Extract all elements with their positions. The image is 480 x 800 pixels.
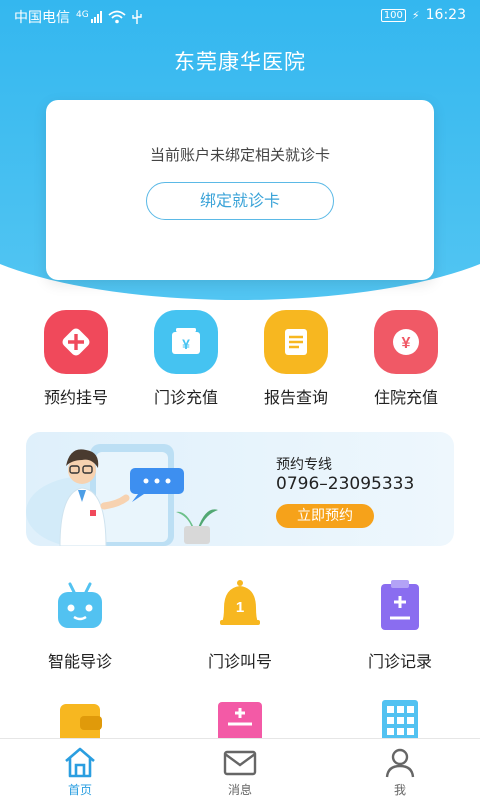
user-icon bbox=[380, 745, 420, 779]
book-now-button[interactable]: 立即预约 bbox=[276, 504, 374, 528]
service-smart-triage[interactable]: 智能导诊 bbox=[0, 578, 160, 672]
doctor-illustration bbox=[26, 444, 218, 546]
svg-text:¥: ¥ bbox=[402, 335, 411, 352]
wifi-icon bbox=[108, 10, 126, 24]
yen-circle-icon: ¥ bbox=[374, 310, 438, 374]
network-type: 4G bbox=[76, 10, 89, 20]
yen-card-icon: ¥ bbox=[154, 310, 218, 374]
unbound-message: 当前账户未绑定相关就诊卡 bbox=[149, 146, 330, 164]
bottom-tab-bar: 首页 消息 我 bbox=[0, 738, 480, 800]
quick-action-label: 住院充值 bbox=[373, 388, 438, 407]
tab-messages[interactable]: 消息 bbox=[160, 739, 320, 800]
network-icon: 4G bbox=[76, 11, 102, 23]
report-list-icon bbox=[264, 310, 328, 374]
bind-card-button[interactable]: 绑定就诊卡 bbox=[146, 182, 334, 220]
mail-icon bbox=[220, 745, 260, 779]
queue-badge: 1 bbox=[236, 599, 244, 616]
charging-icon: ⚡ bbox=[411, 8, 420, 22]
quick-action-label: 预约挂号 bbox=[43, 388, 108, 407]
plus-diamond-icon bbox=[44, 310, 108, 374]
bell-icon: 1 bbox=[210, 578, 270, 634]
clipboard-icon bbox=[370, 578, 430, 634]
quick-action-label: 报告查询 bbox=[263, 388, 328, 407]
status-bar: 中国电信 4G 100 ⚡ 16:23 bbox=[0, 0, 480, 32]
battery-icon: 100 bbox=[380, 8, 406, 22]
quick-action-appointment[interactable]: 预约挂号 bbox=[16, 310, 136, 408]
service-label: 智能导诊 bbox=[47, 652, 112, 671]
tab-label: 首页 bbox=[67, 783, 92, 797]
clock: 16:23 bbox=[425, 7, 466, 23]
service-label: 门诊叫号 bbox=[207, 652, 272, 671]
quick-action-report-query[interactable]: 报告查询 bbox=[236, 310, 356, 408]
carrier-label: 中国电信 bbox=[14, 10, 70, 26]
tab-label: 消息 bbox=[227, 783, 252, 797]
card-binding-panel: 当前账户未绑定相关就诊卡 绑定就诊卡 bbox=[46, 100, 434, 280]
hotline-number: 0796–23095333 bbox=[276, 474, 415, 494]
quick-action-inpatient-topup[interactable]: ¥ 住院充值 bbox=[346, 310, 466, 408]
app-screen: 中国电信 4G 100 ⚡ 16:23 东莞康华医院 当前账户未绑定相关就诊卡 … bbox=[0, 0, 480, 800]
appointment-hotline-banner[interactable]: 预约专线 0796–23095333 立即预约 bbox=[26, 432, 454, 546]
svg-text:¥: ¥ bbox=[182, 336, 190, 352]
hotline-title: 预约专线 bbox=[276, 457, 332, 473]
robot-icon bbox=[50, 578, 110, 634]
battery-level: 100 bbox=[383, 9, 403, 21]
service-outpatient-records[interactable]: 门诊记录 bbox=[320, 578, 480, 672]
home-icon bbox=[60, 745, 100, 779]
tab-label: 我 bbox=[393, 783, 406, 797]
tab-me[interactable]: 我 bbox=[320, 739, 480, 800]
service-label: 门诊记录 bbox=[367, 652, 432, 671]
quick-action-label: 门诊充值 bbox=[153, 388, 218, 407]
usb-icon bbox=[132, 10, 142, 24]
hospital-title: 东莞康华医院 bbox=[174, 50, 306, 74]
service-outpatient-queue[interactable]: 1 门诊叫号 bbox=[160, 578, 320, 672]
quick-action-outpatient-topup[interactable]: ¥ 门诊充值 bbox=[126, 310, 246, 408]
tab-home[interactable]: 首页 bbox=[0, 739, 160, 800]
